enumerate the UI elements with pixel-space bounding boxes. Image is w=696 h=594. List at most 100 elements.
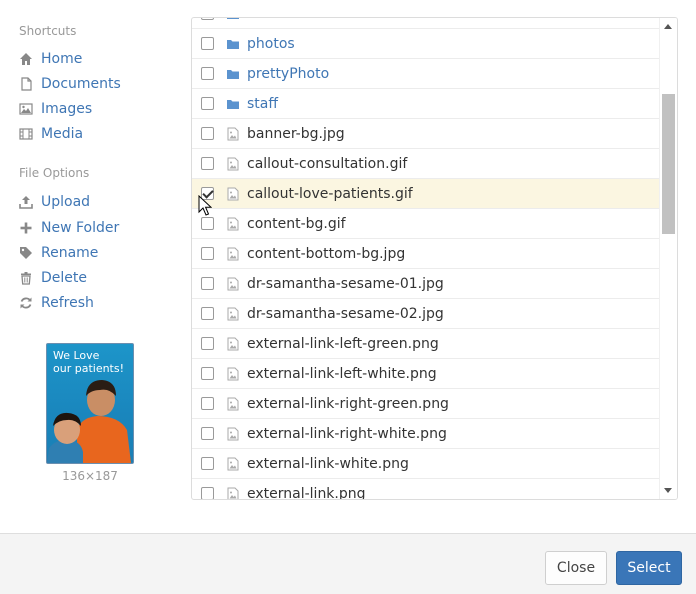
image-file-icon — [226, 457, 240, 471]
file-checkbox[interactable] — [201, 37, 214, 50]
file-checkbox[interactable] — [201, 67, 214, 80]
file-checkbox[interactable] — [201, 457, 214, 470]
image-file-icon — [226, 397, 240, 411]
file-checkbox[interactable] — [201, 157, 214, 170]
refresh-label: Refresh — [41, 295, 94, 311]
file-checkbox[interactable] — [201, 307, 214, 320]
file-row[interactable]: external-link.png — [192, 479, 659, 499]
trash-icon — [19, 271, 33, 285]
refresh-icon — [19, 296, 33, 310]
image-file-icon — [226, 307, 240, 321]
file-checkbox[interactable] — [201, 217, 214, 230]
file-name[interactable]: nav — [247, 18, 273, 22]
file-name: callout-love-patients.gif — [247, 185, 413, 202]
file-row[interactable]: external-link-left-green.png — [192, 329, 659, 359]
file-row[interactable]: dr-samantha-sesame-02.jpg — [192, 299, 659, 329]
file-list-panel: nav photos prettyPhoto staff banner-bg.jpg ca… — [191, 17, 678, 500]
shortcut-home[interactable]: Home — [19, 49, 82, 69]
file-checkbox[interactable] — [201, 487, 214, 499]
delete-label: Delete — [41, 270, 87, 286]
file-checkbox[interactable] — [201, 277, 214, 290]
file-name: external-link-left-white.png — [247, 365, 437, 382]
sidebar: Shortcuts Home Documents Images Media Fi… — [0, 0, 180, 530]
file-checkbox[interactable] — [201, 397, 214, 410]
file-row[interactable]: banner-bg.jpg — [192, 119, 659, 149]
file-list: nav photos prettyPhoto staff banner-bg.jpg ca… — [192, 18, 659, 499]
mouse-pointer-icon — [198, 195, 212, 216]
file-name: dr-samantha-sesame-01.jpg — [247, 275, 444, 292]
file-name: external-link-right-white.png — [247, 425, 447, 442]
image-file-icon — [226, 487, 240, 499]
select-button[interactable]: Select — [616, 551, 682, 585]
plus-icon — [19, 221, 33, 235]
shortcut-documents[interactable]: Documents — [19, 74, 121, 94]
image-file-icon — [226, 157, 240, 171]
file-options-title: File Options — [19, 166, 90, 180]
file-row[interactable]: callout-consultation.gif — [192, 149, 659, 179]
folder-icon — [226, 67, 240, 81]
file-row[interactable]: photos — [192, 29, 659, 59]
delete-button[interactable]: Delete — [19, 268, 87, 288]
document-icon — [19, 77, 33, 91]
file-row[interactable]: staff — [192, 89, 659, 119]
folder-icon — [226, 18, 240, 21]
file-checkbox[interactable] — [201, 427, 214, 440]
file-checkbox[interactable] — [201, 247, 214, 260]
upload-button[interactable]: Upload — [19, 192, 90, 212]
image-preview: We Love our patients! — [46, 343, 134, 464]
vertical-scrollbar[interactable] — [659, 18, 677, 499]
home-icon — [19, 52, 33, 66]
shortcut-images[interactable]: Images — [19, 99, 92, 119]
shortcut-home-label: Home — [41, 51, 83, 67]
file-row[interactable]: external-link-left-white.png — [192, 359, 659, 389]
file-checkbox[interactable] — [201, 18, 214, 20]
file-row[interactable]: external-link-right-green.png — [192, 389, 659, 419]
shortcut-images-label: Images — [41, 101, 93, 117]
image-file-icon — [226, 367, 240, 381]
file-name: callout-consultation.gif — [247, 155, 408, 172]
refresh-button[interactable]: Refresh — [19, 293, 94, 313]
file-checkbox[interactable] — [201, 337, 214, 350]
file-row[interactable]: nav — [192, 18, 659, 29]
scrollbar-thumb[interactable] — [662, 94, 675, 234]
preview-photo — [47, 380, 131, 463]
file-name: content-bottom-bg.jpg — [247, 245, 406, 262]
image-file-icon — [226, 187, 240, 201]
file-checkbox[interactable] — [201, 127, 214, 140]
file-row[interactable]: dr-samantha-sesame-01.jpg — [192, 269, 659, 299]
file-checkbox[interactable] — [201, 97, 214, 110]
shortcut-documents-label: Documents — [41, 76, 121, 92]
scroll-up-arrow-icon[interactable] — [664, 24, 672, 29]
file-name[interactable]: staff — [247, 96, 278, 112]
file-row[interactable]: content-bg.gif — [192, 209, 659, 239]
close-button[interactable]: Close — [545, 551, 607, 585]
shortcut-media-label: Media — [41, 126, 84, 142]
file-name[interactable]: prettyPhoto — [247, 66, 329, 82]
tag-icon — [19, 246, 33, 260]
upload-label: Upload — [41, 194, 91, 210]
scroll-down-arrow-icon[interactable] — [664, 488, 672, 493]
preview-dimensions: 136×187 — [62, 469, 118, 483]
shortcuts-title: Shortcuts — [19, 24, 77, 38]
rename-button[interactable]: Rename — [19, 243, 98, 263]
upload-icon — [19, 195, 33, 209]
dialog-footer: Close Select — [0, 533, 696, 594]
file-name: banner-bg.jpg — [247, 125, 345, 142]
file-name: external-link-right-green.png — [247, 395, 449, 412]
file-row[interactable]: callout-love-patients.gif — [192, 179, 659, 209]
file-row[interactable]: external-link-right-white.png — [192, 419, 659, 449]
file-name: external-link-left-green.png — [247, 335, 439, 352]
file-row[interactable]: prettyPhoto — [192, 59, 659, 89]
file-name: content-bg.gif — [247, 215, 346, 232]
file-name[interactable]: photos — [247, 36, 295, 52]
new-folder-button[interactable]: New Folder — [19, 218, 119, 238]
shortcut-media[interactable]: Media — [19, 124, 83, 144]
file-row[interactable]: external-link-white.png — [192, 449, 659, 479]
folder-icon — [226, 37, 240, 51]
new-folder-label: New Folder — [41, 220, 120, 236]
rename-label: Rename — [41, 245, 99, 261]
file-row[interactable]: content-bottom-bg.jpg — [192, 239, 659, 269]
image-icon — [19, 102, 33, 116]
file-checkbox[interactable] — [201, 367, 214, 380]
image-file-icon — [226, 427, 240, 441]
